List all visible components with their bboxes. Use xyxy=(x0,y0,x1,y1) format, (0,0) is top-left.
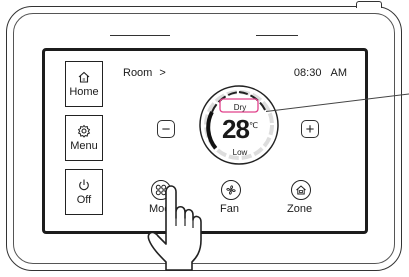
device-side-button xyxy=(356,1,382,8)
power-icon xyxy=(79,179,89,191)
temperature-unit: ℃ xyxy=(248,121,258,130)
mode-value: Dry xyxy=(233,103,247,112)
fan-icon xyxy=(226,185,236,195)
zone-label: Zone xyxy=(287,203,313,215)
sidebar-item-label: Menu xyxy=(70,140,98,152)
sidebar-item-label: Home xyxy=(69,86,99,98)
chevron-right-icon: > xyxy=(159,67,166,79)
bezel-slot-left xyxy=(110,35,170,36)
sidebar-item-label: Off xyxy=(76,194,92,206)
fan-speed-value: Low xyxy=(232,148,248,157)
fan-label: Fan xyxy=(220,203,239,215)
clock-time: 08:30 xyxy=(293,67,322,79)
temperature-value: 28℃ xyxy=(213,114,267,145)
zone-button[interactable] xyxy=(291,180,311,200)
plus-icon: + xyxy=(305,120,315,138)
sidebar-item-home[interactable]: ≡ Home xyxy=(65,61,103,107)
sidebar-item-menu[interactable]: Menu xyxy=(65,115,103,161)
temperature-decrease-button[interactable]: − xyxy=(157,120,175,138)
zone-icon xyxy=(296,185,306,195)
bezel-slot-right xyxy=(256,35,298,36)
room-label: Room xyxy=(123,67,153,79)
clock: 08:30 AM xyxy=(294,67,347,79)
temperature-increase-button[interactable]: + xyxy=(301,120,319,138)
sidebar-item-off[interactable]: Off xyxy=(65,169,103,215)
temperature-number: 28 xyxy=(222,114,250,144)
sidebar: ≡ Home Menu Off xyxy=(65,61,103,215)
hand-pointer-icon xyxy=(147,185,202,271)
gear-icon xyxy=(77,124,91,138)
clock-ampm: AM xyxy=(330,67,348,79)
fan-button[interactable] xyxy=(221,180,241,200)
svg-text:≡: ≡ xyxy=(83,77,86,83)
home-icon: ≡ xyxy=(78,71,90,83)
minus-icon: − xyxy=(161,120,171,138)
room-selector[interactable]: Room > xyxy=(123,67,166,79)
